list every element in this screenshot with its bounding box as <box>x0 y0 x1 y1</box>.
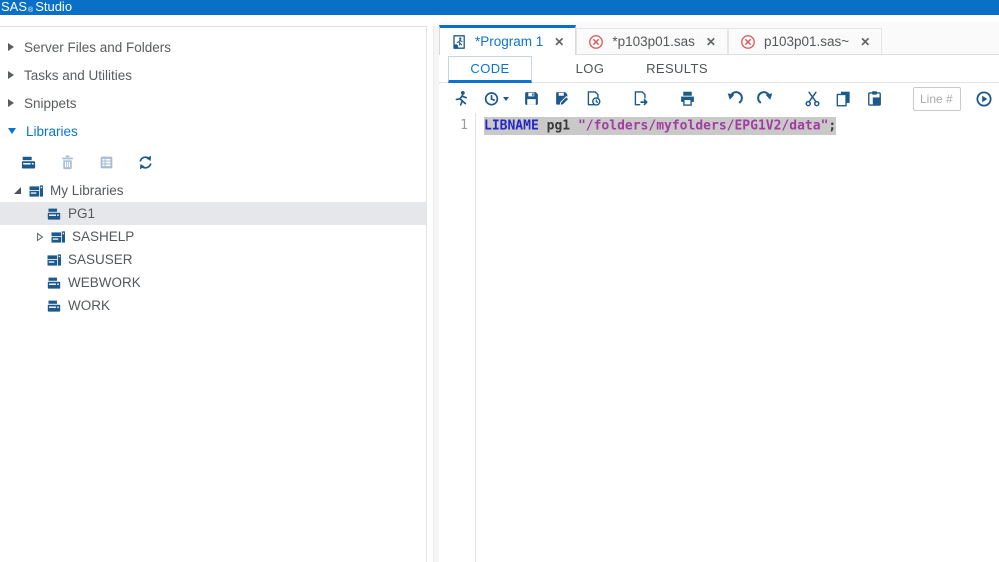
error-icon <box>588 34 604 50</box>
code-token-string: "/folders/myfolders/EPG1V2/data" <box>578 118 828 133</box>
selected-code: LIBNAME pg1 "/folders/myfolders/EPG1V2/d… <box>484 117 836 135</box>
tree-node-my-libraries[interactable]: My Libraries <box>0 179 426 202</box>
navigation-sidebar: Server Files and Folders Tasks and Utili… <box>0 26 427 562</box>
library-group-icon <box>50 229 66 245</box>
tree-node-work[interactable]: WORK <box>0 294 426 317</box>
sidebar-item-label: Libraries <box>26 124 78 139</box>
sas-program-icon <box>451 34 467 50</box>
sidebar-item-server-files[interactable]: Server Files and Folders <box>0 33 426 61</box>
libraries-tree: My Libraries PG1 SASHELP <box>0 179 426 317</box>
tree-collapsed-icon[interactable] <box>36 232 44 242</box>
sidebar-item-label: Tasks and Utilities <box>24 68 132 83</box>
error-icon <box>740 34 756 50</box>
code-line: LIBNAME pg1 "/folders/myfolders/EPG1V2/d… <box>484 118 836 133</box>
tab-label: p103p01.sas~ <box>764 34 849 49</box>
cut-icon[interactable] <box>804 90 821 107</box>
tab-label: RESULTS <box>646 61 708 76</box>
document-tabstrip: *Program 1 ✕ *p103p01.sas ✕ p103p01.sas~… <box>439 22 999 55</box>
tab-label: *Program 1 <box>475 34 543 49</box>
tree-node-label: SASHELP <box>72 229 134 244</box>
tab-log[interactable]: LOG <box>560 55 620 82</box>
tab-results[interactable]: RESULTS <box>636 55 718 82</box>
goto-line-input[interactable] <box>913 87 961 111</box>
tab-program-1[interactable]: *Program 1 ✕ <box>439 25 576 55</box>
libraries-toolbar <box>19 153 426 171</box>
save-icon[interactable] <box>523 90 540 107</box>
chevron-right-icon <box>8 71 14 79</box>
code-toolbar <box>439 84 999 113</box>
code-editor[interactable]: 1 LIBNAME pg1 "/folders/myfolders/EPG1V2… <box>439 113 999 562</box>
library-group-icon <box>46 252 62 268</box>
tree-node-pg1[interactable]: PG1 <box>0 202 426 225</box>
close-icon[interactable]: ✕ <box>860 35 870 49</box>
code-token-keyword: LIBNAME <box>484 118 539 133</box>
run-icon[interactable] <box>452 90 469 107</box>
tree-node-label: SASUSER <box>68 252 133 267</box>
print-icon[interactable] <box>679 90 696 107</box>
sidebar-item-tasks-utilities[interactable]: Tasks and Utilities <box>0 61 426 89</box>
library-icon <box>46 298 62 314</box>
copy-icon[interactable] <box>835 90 852 107</box>
editor-view-tabs: CODE LOG RESULTS <box>439 55 999 83</box>
delete-library-icon[interactable] <box>58 153 76 171</box>
tree-node-label: WEBWORK <box>68 275 141 290</box>
tab-label: *p103p01.sas <box>612 34 695 49</box>
tree-node-label: PG1 <box>68 206 95 221</box>
tree-expanded-icon[interactable] <box>14 187 21 194</box>
sidebar-item-label: Snippets <box>24 96 77 111</box>
chevron-right-icon <box>8 43 14 51</box>
app-header: SAS®Studio <box>0 0 999 15</box>
redo-icon[interactable] <box>757 90 774 107</box>
tab-p103p01-sas[interactable]: *p103p01.sas ✕ <box>576 28 728 54</box>
tree-node-label: My Libraries <box>50 183 124 198</box>
library-group-icon <box>28 183 44 199</box>
sidebar-item-libraries[interactable]: Libraries <box>0 117 426 145</box>
code-token-plain: ; <box>828 118 836 133</box>
program-history-icon[interactable] <box>585 90 602 107</box>
save-as-icon[interactable] <box>554 90 571 107</box>
tab-code[interactable]: CODE <box>448 56 532 83</box>
tab-p103p01-sas-backup[interactable]: p103p01.sas~ ✕ <box>728 28 882 54</box>
line-number-gutter: 1 <box>439 113 476 562</box>
goto-line-icon[interactable] <box>975 90 993 108</box>
new-library-icon[interactable] <box>19 153 37 171</box>
library-icon <box>46 206 62 222</box>
line-number: 1 <box>439 118 468 133</box>
code-token-plain: pg1 <box>539 118 578 133</box>
paste-icon[interactable] <box>866 90 883 107</box>
library-details-icon[interactable] <box>97 153 115 171</box>
close-icon[interactable]: ✕ <box>706 35 716 49</box>
library-icon <box>46 275 62 291</box>
undo-icon[interactable] <box>726 90 743 107</box>
chevron-down-icon <box>8 128 16 134</box>
tree-node-sashelp[interactable]: SASHELP <box>0 225 426 248</box>
chevron-down-icon <box>503 97 509 101</box>
app-title-trademark: ® <box>28 7 33 14</box>
submission-history-button[interactable] <box>483 90 509 107</box>
app-title-brand: SAS <box>1 0 27 14</box>
refresh-libraries-icon[interactable] <box>136 153 154 171</box>
close-icon[interactable]: ✕ <box>554 35 564 49</box>
tab-label: LOG <box>576 61 605 76</box>
copy-to-snippet-icon[interactable] <box>632 90 649 107</box>
tree-node-label: WORK <box>68 298 110 313</box>
tab-label: CODE <box>470 61 509 76</box>
sidebar-item-snippets[interactable]: Snippets <box>0 89 426 117</box>
submission-history-icon <box>483 90 500 107</box>
tree-node-sasuser[interactable]: SASUSER <box>0 248 426 271</box>
tree-node-webwork[interactable]: WEBWORK <box>0 271 426 294</box>
app-title-product: Studio <box>35 0 72 14</box>
code-text-area[interactable]: LIBNAME pg1 "/folders/myfolders/EPG1V2/d… <box>476 113 836 562</box>
sidebar-item-label: Server Files and Folders <box>24 40 171 55</box>
chevron-right-icon <box>8 99 14 107</box>
